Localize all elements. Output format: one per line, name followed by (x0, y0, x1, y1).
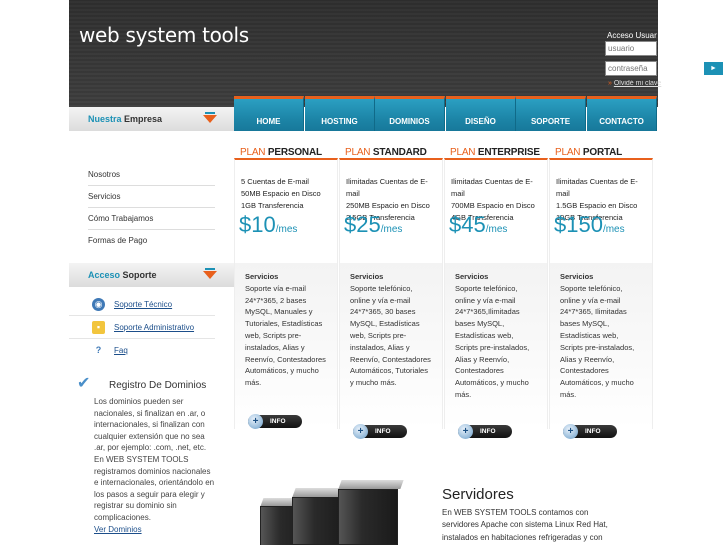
plan-features: Ilimitadas Cuentas de E-mail 1.5GB Espac… (556, 177, 638, 222)
arrow-down-icon (203, 112, 217, 123)
nav-contacto[interactable]: CONTACTO (587, 96, 657, 131)
plan-features: Ilimitadas Cuentas de E-mail 700MB Espac… (451, 177, 535, 222)
sidebar-item-nosotros[interactable]: Nosotros (88, 164, 215, 186)
plan-price: $10/mes (239, 212, 298, 237)
nav-hosting[interactable]: HOSTING (305, 96, 375, 131)
plan-services: Servicios Soporte vía e-mail 24*7*365, 2… (235, 263, 337, 429)
ver-dominios-link[interactable]: Ver Dominios (94, 525, 142, 534)
plus-icon: + (353, 424, 368, 439)
empresa-title: Nuestra Empresa (69, 107, 234, 131)
plan-title: PLAN PERSONAL (240, 147, 322, 158)
servidores-body: En WEB SYSTEM TOOLS contamos con servido… (442, 508, 608, 542)
sidebar-item-servicios[interactable]: Servicios (88, 186, 215, 208)
sidebar-item-formas-de-pago[interactable]: Formas de Pago (88, 230, 215, 252)
plan-services: Servicios Soporte telefónico, online y v… (340, 263, 442, 429)
nav-dominios[interactable]: DOMINIOS (375, 96, 445, 131)
sidebar-item-como-trabajamos[interactable]: Cómo Trabajamos (88, 208, 215, 230)
plus-icon: + (563, 424, 578, 439)
main-nav: HOME HOSTING DOMINIOS DISEÑO SOPORTE CON… (234, 96, 658, 131)
left-margin (0, 0, 69, 545)
support-item-faq[interactable]: ? Faq (69, 339, 215, 362)
plan-services: Servicios Soporte telefónico, online y v… (550, 263, 652, 429)
info-button[interactable]: + INFO (248, 414, 302, 429)
soporte-title: Acceso Soporte (69, 263, 234, 287)
plan-box: Ilimitadas Cuentas de E-mail 1.5GB Espac… (549, 158, 653, 429)
login-title: Acceso Usuarios (607, 31, 657, 40)
plan-box: Ilimitadas Cuentas de E-mail 700MB Espac… (444, 158, 548, 429)
support-item-tecnico[interactable]: ◉ Soporte Técnico (69, 293, 215, 316)
forgot-password: » Olvidé mi clave (608, 80, 666, 87)
plus-icon: + (248, 414, 263, 429)
plan-box: 5 Cuentas de E-mail 50MB Espacio en Disc… (234, 158, 338, 429)
plan-title: PLAN STANDARD (345, 147, 427, 158)
registro-body: Los dominios pueden ser nacionales, si f… (94, 397, 215, 534)
login-submit-button[interactable]: ► (704, 62, 723, 75)
checkmark-icon: ✔ (77, 375, 91, 392)
forgot-arrow-icon: » (608, 80, 612, 87)
plus-icon: + (458, 424, 473, 439)
nav-home[interactable]: HOME (234, 96, 304, 131)
plan-standard: PLAN STANDARD Ilimitadas Cuentas de E-ma… (339, 131, 443, 441)
registro-title: ✔ Registro De Dominios (77, 375, 207, 392)
globe-icon: ◉ (92, 298, 105, 311)
plan-price: $150/mes (554, 212, 625, 237)
nav-soporte[interactable]: SOPORTE (516, 96, 586, 131)
site-logo[interactable]: web system tools (79, 23, 249, 47)
plan-price: $45/mes (449, 212, 508, 237)
forgot-password-link[interactable]: Olvidé mi clave (614, 80, 661, 87)
header-bar (69, 0, 658, 107)
plan-services: Servicios Soporte telefónico, online y v… (445, 263, 547, 429)
plan-enterprise: PLAN ENTERPRISE Ilimitadas Cuentas de E-… (444, 131, 548, 441)
sidebar: Nuestra Empresa Nosotros Servicios Cómo … (69, 107, 234, 545)
plan-title: PLAN PORTAL (555, 147, 623, 158)
info-button[interactable]: + INFO (353, 424, 407, 439)
plan-features: Ilimitadas Cuentas de E-mail 250MB Espac… (346, 177, 430, 222)
plan-features: 5 Cuentas de E-mail 50MB Espacio en Disc… (241, 177, 321, 210)
info-button[interactable]: + INFO (458, 424, 512, 439)
plan-price: $25/mes (344, 212, 403, 237)
password-input[interactable] (605, 61, 657, 76)
info-button[interactable]: + INFO (563, 424, 617, 439)
chat-icon: ▪ (92, 321, 105, 334)
username-input[interactable] (605, 41, 657, 56)
servidores-title: Servidores (442, 486, 514, 503)
servers-image (258, 474, 408, 545)
plan-personal: PLAN PERSONAL 5 Cuentas de E-mail 50MB E… (234, 131, 338, 441)
nav-diseno[interactable]: DISEÑO (446, 96, 516, 131)
plan-title: PLAN ENTERPRISE (450, 147, 540, 158)
support-item-administrativo[interactable]: ▪ Soporte Administrativo (69, 316, 215, 339)
question-icon: ? (95, 345, 102, 355)
plan-box: Ilimitadas Cuentas de E-mail 250MB Espac… (339, 158, 443, 429)
arrow-down-icon (203, 268, 217, 279)
plan-portal: PLAN PORTAL Ilimitadas Cuentas de E-mail… (549, 131, 653, 441)
